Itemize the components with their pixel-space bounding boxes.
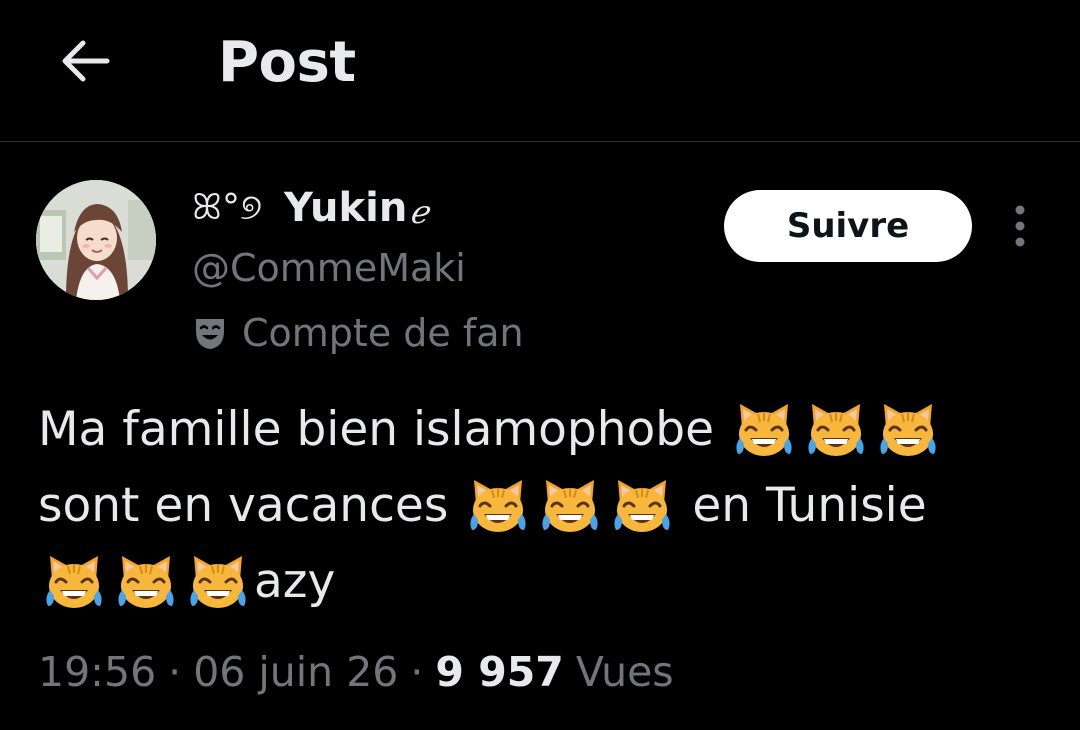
cat-face-with-tears-of-joy-emoji — [610, 474, 674, 538]
arrow-left-icon — [59, 39, 111, 87]
post-text-segment: Ma famille bien islamophobe — [38, 402, 715, 457]
cat-face-with-tears-of-joy-emoji — [466, 474, 530, 538]
cat-face-with-tears-of-joy-emoji — [114, 550, 178, 614]
post-line-1: Ma famille bien islamophobe — [38, 392, 1048, 468]
post-text-segment: en Tunisie — [692, 478, 927, 533]
fan-account-label: Compte de fan — [192, 305, 524, 361]
theater-mask-icon — [192, 315, 228, 351]
post-time[interactable]: 19:56 — [38, 648, 156, 696]
follow-button[interactable]: Suivre — [724, 190, 972, 262]
post-date[interactable]: 06 juin 26 — [193, 648, 398, 696]
post-line-3: azy — [38, 544, 1048, 620]
post-line-2: sont en vacances en Tunisie — [38, 468, 1048, 544]
author-handle[interactable]: @CommeMaki — [192, 240, 466, 296]
header-divider — [0, 141, 1080, 142]
post-text: Ma famille bien islamophobe sont en vaca… — [38, 392, 1048, 620]
cat-face-with-tears-of-joy-emoji — [804, 398, 868, 462]
cat-face-with-tears-of-joy-emoji — [186, 550, 250, 614]
meta-separator: · — [410, 648, 424, 696]
display-name[interactable]: ꕤ°୭ Yukin ℯ — [192, 178, 428, 238]
views-label[interactable]: Vues — [576, 648, 674, 696]
avatar[interactable] — [36, 180, 156, 300]
author-name: Yukin — [283, 185, 408, 231]
cat-face-with-tears-of-joy-emoji — [538, 474, 602, 538]
post-text-segment: sont en vacances — [38, 478, 449, 533]
post-text-segment: azy — [254, 554, 336, 609]
views-count[interactable]: 9 957 — [435, 648, 563, 696]
cat-face-with-tears-of-joy-emoji — [876, 398, 940, 462]
more-vertical-icon — [1014, 204, 1026, 252]
top-bar: Post — [0, 0, 1080, 140]
post-meta: 19:56 · 06 juin 26 · 9 957 Vues — [38, 642, 674, 702]
cat-face-with-tears-of-joy-emoji — [732, 398, 796, 462]
avatar-image — [36, 180, 156, 300]
name-decoration: ꕤ°୭ — [192, 187, 262, 228]
back-button[interactable] — [50, 34, 120, 92]
page-title: Post — [218, 30, 356, 95]
author-name-suffix: ℯ — [409, 193, 429, 231]
meta-separator: · — [168, 648, 182, 696]
more-options-button[interactable] — [1000, 200, 1040, 256]
fan-label-text: Compte de fan — [242, 311, 524, 355]
cat-face-with-tears-of-joy-emoji — [42, 550, 106, 614]
